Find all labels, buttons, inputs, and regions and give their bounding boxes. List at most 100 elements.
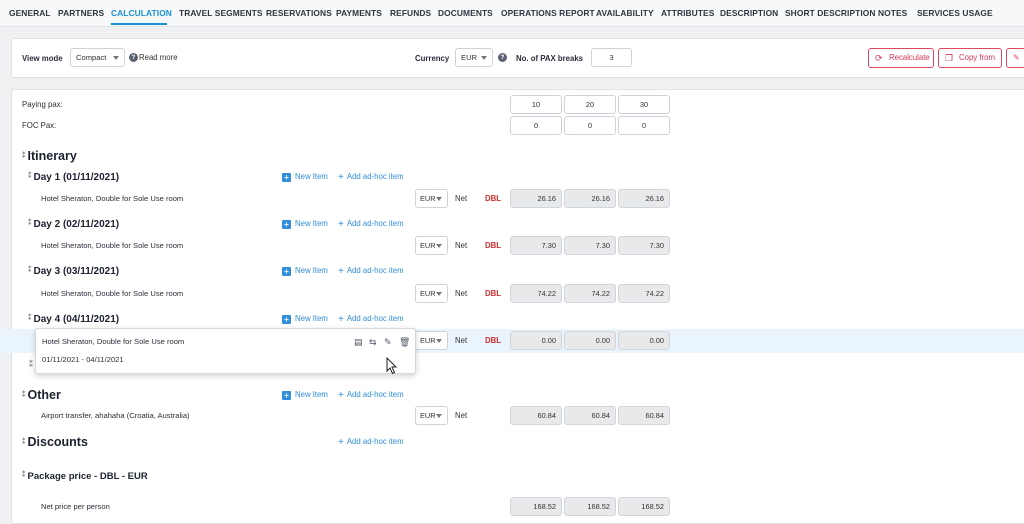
day-title: Day 4 (04/11/2021) (33, 314, 120, 325)
discounts-heading: ⁑ Discounts (22, 435, 88, 449)
currency-value: EUR (461, 53, 478, 62)
chevron-down-icon (436, 292, 442, 296)
new-item-button[interactable]: + New Item (282, 390, 328, 400)
tab-reservations[interactable]: RESERVATIONS (266, 8, 332, 18)
discounts-title: Discounts (27, 435, 88, 449)
plus-icon: + (338, 266, 344, 277)
tab-operations-report[interactable]: OPERATIONS REPORT (501, 8, 595, 18)
package-price-cell: 168.52 (618, 497, 670, 516)
price-cell: 26.16 (618, 189, 670, 208)
paying-pax-input[interactable]: 30 (618, 95, 670, 114)
hover-card-dates: 01/11/2021 - 04/11/2021 (42, 355, 124, 364)
add-adhoc-button[interactable]: + Add ad-hoc item (338, 390, 404, 401)
foc-pax-input[interactable]: 0 (564, 116, 616, 135)
paying-pax-input[interactable]: 20 (564, 95, 616, 114)
copy-from-button[interactable]: ❐ Copy from (938, 48, 1002, 68)
drag-handle-icon[interactable]: ⁑ (29, 360, 33, 369)
drag-handle-icon[interactable]: ⁑ (28, 267, 32, 274)
price-cell: 0.00 (510, 331, 562, 350)
currency-help-icon[interactable]: ? (498, 53, 507, 62)
package-price-cell: 168.52 (564, 497, 616, 516)
copy-from-label: Copy from (959, 53, 995, 62)
day-heading: ⁑ Day 1 (01/11/2021) (28, 172, 119, 183)
mouse-cursor-icon (386, 357, 398, 375)
plus-icon: + (338, 437, 344, 448)
tab-general[interactable]: GENERAL (9, 8, 51, 18)
item-currency-value: EUR (420, 411, 436, 420)
pax-breaks-label: No. of PAX breaks (516, 54, 584, 63)
trash-icon[interactable]: 🗑 (399, 337, 410, 348)
add-adhoc-button[interactable]: + Add ad-hoc item (338, 219, 404, 230)
other-heading: ⁑ Other (22, 388, 61, 402)
itinerary-item-name[interactable]: Hotel Sheraton, Double for Sole Use room (41, 289, 183, 298)
item-currency-select[interactable]: EUR (415, 284, 448, 303)
paying-pax-input[interactable]: 10 (510, 95, 562, 114)
itinerary-item-name[interactable]: Hotel Sheraton, Double for Sole Use room (41, 241, 183, 250)
swap-icon[interactable]: ⇆ (369, 337, 377, 348)
other-item-name[interactable]: Airport transfer, ahahaha (Croatia, Aust… (41, 411, 190, 420)
tab-partners[interactable]: PARTNERS (58, 8, 104, 18)
tab-travel-segments[interactable]: TRAVEL SEGMENTS (179, 8, 263, 18)
tab-services-usage[interactable]: SERVICES USAGE (917, 8, 993, 18)
pax-breaks-input[interactable]: 3 (591, 48, 632, 67)
new-item-button[interactable]: + New Item (282, 314, 328, 324)
chevron-down-icon (436, 414, 442, 418)
foc-pax-input[interactable]: 0 (510, 116, 562, 135)
item-currency-select[interactable]: EUR (415, 331, 448, 350)
currency-select[interactable]: EUR (455, 48, 493, 67)
drag-handle-icon[interactable]: ⁑ (28, 315, 32, 322)
drag-handle-icon[interactable]: ⁑ (22, 153, 26, 160)
tab-calculation[interactable]: CALCULATION (111, 8, 172, 18)
tab-attributes[interactable]: ATTRIBUTES (661, 8, 714, 18)
item-currency-select[interactable]: EUR (415, 189, 448, 208)
read-more-link[interactable]: Read more (139, 53, 178, 62)
item-currency-select[interactable]: EUR (415, 236, 448, 255)
tab-availability[interactable]: AVAILABILITY (596, 8, 654, 18)
edit-button[interactable]: ✎ (1006, 48, 1024, 68)
new-item-button[interactable]: + New Item (282, 172, 328, 182)
package-price-title: Package price - DBL - EUR (27, 471, 148, 482)
help-icon[interactable]: ? (129, 53, 138, 62)
tab-refunds[interactable]: REFUNDS (390, 8, 431, 18)
day-heading: ⁑ Day 4 (04/11/2021) (28, 314, 119, 325)
itinerary-title: Itinerary (27, 149, 77, 163)
add-adhoc-button[interactable]: + Add ad-hoc item (338, 314, 404, 325)
view-mode-value: Compact (76, 53, 107, 62)
add-adhoc-button[interactable]: + Add ad-hoc item (338, 437, 404, 448)
price-cell: 7.30 (510, 236, 562, 255)
add-box-icon: + (282, 391, 291, 400)
add-adhoc-button[interactable]: + Add ad-hoc item (338, 172, 404, 183)
drag-handle-icon[interactable]: ⁑ (28, 220, 32, 227)
add-box-icon: + (282, 220, 291, 229)
drag-handle-icon[interactable]: ⁑ (22, 439, 26, 446)
price-cell: 74.22 (618, 284, 670, 303)
tab-documents[interactable]: DOCUMENTS (438, 8, 493, 18)
tab-description[interactable]: DESCRIPTION (720, 8, 778, 18)
new-item-button[interactable]: + New Item (282, 219, 328, 229)
chevron-down-icon (436, 339, 442, 343)
drag-handle-icon[interactable]: ⁑ (22, 472, 26, 479)
tab-short-description[interactable]: SHORT DESCRIPTION (785, 8, 876, 18)
price-cell: 26.16 (510, 189, 562, 208)
net-label: Net (455, 194, 468, 203)
new-item-button[interactable]: + New Item (282, 266, 328, 276)
foc-pax-input[interactable]: 0 (618, 116, 670, 135)
add-adhoc-label: Add ad-hoc item (346, 172, 404, 181)
drag-handle-icon[interactable]: ⁑ (22, 392, 26, 399)
recalculate-button[interactable]: ⟳ Recalculate (868, 48, 934, 68)
new-item-label: New Item (295, 314, 328, 323)
tab-payments[interactable]: PAYMENTS (336, 8, 382, 18)
document-icon[interactable]: ▤ (354, 337, 363, 348)
item-currency-select[interactable]: EUR (415, 406, 448, 425)
tab-notes[interactable]: NOTES (878, 8, 907, 18)
view-mode-select[interactable]: Compact (70, 48, 125, 67)
net-label: Net (455, 336, 468, 345)
currency-label: Currency (415, 54, 450, 63)
item-currency-value: EUR (420, 336, 436, 345)
add-adhoc-button[interactable]: + Add ad-hoc item (338, 266, 404, 277)
net-label: Net (455, 241, 468, 250)
itinerary-item-name[interactable]: Hotel Sheraton, Double for Sole Use room (41, 194, 183, 203)
item-currency-value: EUR (420, 241, 436, 250)
pencil-icon[interactable]: ✎ (384, 337, 392, 348)
drag-handle-icon[interactable]: ⁑ (28, 173, 32, 180)
